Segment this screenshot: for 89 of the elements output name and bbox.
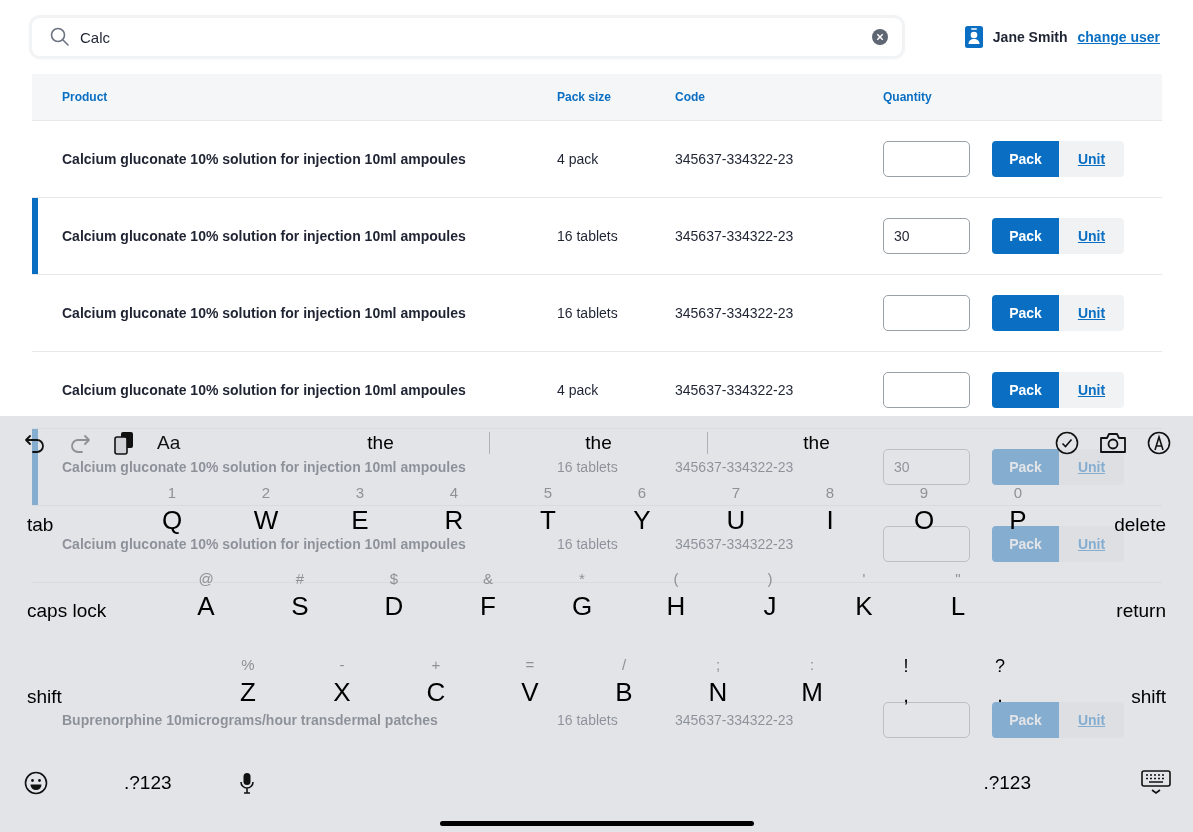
keyboard-key[interactable]: % Z [240, 656, 256, 707]
column-header: Product [62, 90, 109, 104]
keyboard-key[interactable]: 4 R [444, 484, 464, 535]
product-code: 345637-334322-23 [675, 459, 795, 475]
keyboard-key[interactable]: 3 E [351, 484, 369, 535]
product-code: 345637-334322-23 [675, 151, 795, 167]
keyboard-dismiss-icon[interactable] [1141, 770, 1171, 796]
product-code: 345637-334322-23 [675, 382, 795, 398]
keyboard-key[interactable]: + C [426, 656, 446, 707]
paste-icon[interactable] [114, 431, 134, 455]
keyboard-key[interactable]: caps lock [27, 600, 107, 621]
selected-unit-button[interactable]: Pack [992, 295, 1059, 331]
keyboard-key[interactable]: ' K [855, 570, 873, 621]
clear-icon[interactable] [872, 29, 888, 45]
search-field[interactable]: Calc [80, 28, 862, 46]
keyboard-key[interactable]: shift [1131, 686, 1166, 707]
pack-size: 16 tablets [557, 536, 619, 552]
search-icon [50, 27, 70, 47]
pack-size: 16 tablets [557, 305, 619, 321]
product-name: Calcium gluconate 10% solution for injection 10ml ampoules [62, 536, 467, 552]
user-name: Jane Smith [992, 29, 1068, 45]
selected-unit-button[interactable]: Pack [992, 372, 1059, 408]
product-name: Calcium gluconate 10% solution for injection 10ml ampoules [62, 151, 467, 167]
keyboard-key[interactable]: $ D [384, 570, 404, 621]
keyboard-key[interactable]: : M [801, 656, 823, 707]
keyboard-key[interactable]: 5 T [540, 484, 556, 535]
selected-unit-button[interactable]: Pack [992, 218, 1059, 254]
keyboard-key[interactable]: ( H [666, 570, 686, 621]
pack-size: 4 pack [557, 382, 600, 398]
pack-size: 4 pack [557, 151, 600, 167]
keyboard-key[interactable]: * G [571, 570, 593, 621]
keyboard-key[interactable]: / B [615, 656, 633, 707]
quantity-field[interactable] [883, 702, 970, 738]
quantity-field[interactable] [883, 141, 970, 177]
quantity-field[interactable] [883, 372, 970, 408]
keyboard-key[interactable]: 7 U [726, 484, 746, 535]
suggestion-button[interactable]: the [272, 432, 489, 454]
keyboard-key[interactable]: 6 Y [633, 484, 651, 535]
keyboard-key[interactable]: 2 W [253, 484, 279, 535]
format-button[interactable]: Aa [157, 432, 181, 454]
keyboard-key[interactable]: tab [27, 514, 54, 535]
suggestion-button[interactable]: the [707, 432, 925, 454]
change-user-link[interactable]: change user [1077, 29, 1160, 45]
product-name: Calcium gluconate 10% solution for injection 10ml ampoules [62, 459, 467, 475]
id-badge-icon [964, 26, 983, 48]
keyboard-key[interactable]: - X [333, 656, 351, 707]
undo-icon[interactable] [24, 433, 46, 453]
column-header: Pack size [557, 90, 613, 104]
keyboard-key[interactable]: " L [950, 570, 966, 621]
quantity-field[interactable] [883, 295, 970, 331]
product-code: 345637-334322-23 [675, 712, 795, 728]
unit-option-button[interactable]: Unit [1059, 141, 1124, 177]
product-name: Calcium gluconate 10% solution for injection 10ml ampoules [62, 228, 467, 244]
keyboard-key[interactable]: = V [521, 656, 539, 707]
suggestion-button[interactable]: the [489, 432, 707, 454]
selected-unit-button[interactable]: Pack [992, 141, 1059, 177]
product-code: 345637-334322-23 [675, 536, 795, 552]
pack-size: 16 tablets [557, 712, 619, 728]
column-header: Code [675, 90, 706, 104]
unit-option-button[interactable]: Unit [1059, 295, 1124, 331]
keyboard-key[interactable]: & F [480, 570, 496, 621]
product-code: 345637-334322-23 [675, 228, 795, 244]
camera-icon[interactable] [1099, 432, 1127, 454]
keyboard-key[interactable]: 8 I [825, 484, 835, 535]
keyboard-key[interactable]: 9 O [913, 484, 935, 535]
quantity-field[interactable]: 30 [883, 218, 970, 254]
product-code: 345637-334322-23 [675, 305, 795, 321]
unit-option-button[interactable]: Unit [1059, 218, 1124, 254]
keyboard-key[interactable]: # S [291, 570, 309, 621]
keyboard-key[interactable]: 1 Q [161, 484, 183, 535]
emoji-icon[interactable] [24, 771, 48, 795]
numbers-key[interactable]: .?123 [124, 772, 172, 794]
keyboard-key[interactable]: ! , [903, 656, 909, 706]
numbers-key[interactable]: .?123 [983, 772, 1031, 794]
unit-option-button[interactable]: Unit [1059, 372, 1124, 408]
pen-circle-icon[interactable] [1147, 431, 1171, 455]
microphone-icon[interactable] [239, 772, 254, 794]
keyboard-key[interactable]: ) J [763, 570, 777, 621]
product-name: Buprenorphine 10micrograms/hour transdermal patches [62, 712, 439, 728]
product-name: Calcium gluconate 10% solution for injection 10ml ampoules [62, 305, 467, 321]
keyboard-key[interactable]: ; N [708, 656, 728, 707]
pack-size: 16 tablets [557, 228, 619, 244]
keyboard-key[interactable]: @ A [197, 570, 215, 621]
keyboard-key[interactable]: return [1116, 600, 1166, 621]
keyboard-key[interactable]: shift [27, 686, 62, 707]
column-header: Quantity [883, 90, 933, 104]
product-name: Calcium gluconate 10% solution for injection 10ml ampoules [62, 382, 467, 398]
pack-size: 16 tablets [557, 459, 619, 475]
check-circle-icon[interactable] [1055, 431, 1079, 455]
